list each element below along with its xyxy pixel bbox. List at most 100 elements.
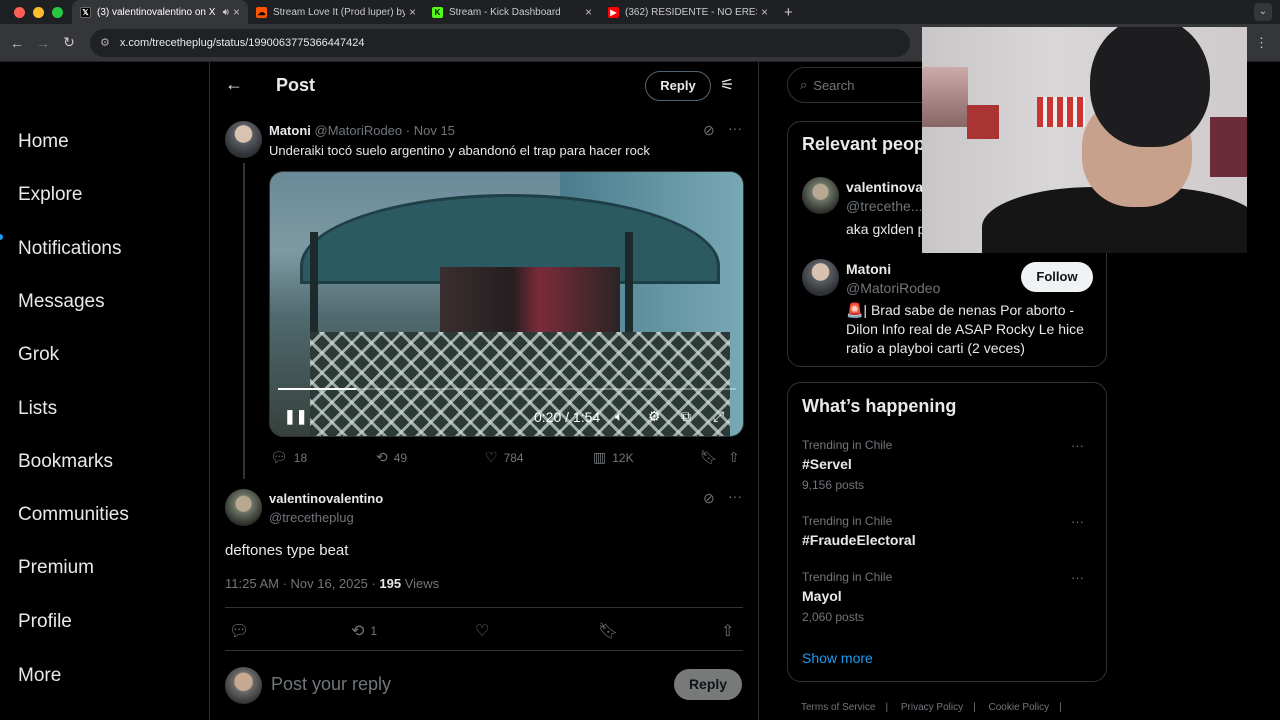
views-label: Views xyxy=(401,576,440,591)
url-field[interactable]: ⚙ x.com/trecetheplug/status/199006377536… xyxy=(90,28,910,57)
nav-messages[interactable]: Messages xyxy=(18,291,105,313)
avatar[interactable] xyxy=(802,177,839,214)
show-more-link[interactable]: Show more xyxy=(802,650,873,666)
trend-item[interactable]: Trending in Chile #FraudeElectoral ··· xyxy=(802,514,1092,548)
post-date[interactable]: Nov 15 xyxy=(414,123,455,138)
nav-premium[interactable]: Premium xyxy=(18,557,94,579)
avatar[interactable] xyxy=(802,259,839,296)
terms-link[interactable]: Terms of Service xyxy=(801,702,875,713)
repost-action[interactable]: ⟲ 1 xyxy=(351,621,377,641)
bookmark-action[interactable]: 🔖︎ xyxy=(598,621,618,641)
view-count: 12K xyxy=(612,450,634,465)
volume-icon[interactable]: 🔈︎ xyxy=(615,408,623,425)
new-tab-icon[interactable]: + xyxy=(784,4,793,21)
like-count: 784 xyxy=(503,450,524,465)
grok-icon[interactable]: ⊘ xyxy=(703,490,715,507)
more-options-icon[interactable]: ··· xyxy=(1071,514,1084,529)
forward-arrow-icon[interactable]: → xyxy=(30,35,56,51)
video-progress-bar[interactable] xyxy=(278,388,736,390)
close-window-button[interactable] xyxy=(14,6,25,18)
reply-settings-icon[interactable]: ⚟ xyxy=(720,75,734,95)
close-tab-icon[interactable]: × xyxy=(585,5,592,19)
wall-poster xyxy=(1037,97,1085,127)
share-icon: ⇧ xyxy=(728,449,740,465)
bookmark-action[interactable]: 🔖︎ xyxy=(700,449,718,466)
views-action[interactable]: ▥ 12K xyxy=(593,449,634,466)
person-handle[interactable]: @MatoriRodeo xyxy=(846,280,940,296)
trend-item[interactable]: Trending in Chile Mayol 2,060 posts ··· xyxy=(802,570,1092,624)
back-arrow-icon[interactable]: ← xyxy=(4,35,30,51)
nav-explore[interactable]: Explore xyxy=(18,184,82,206)
close-tab-icon[interactable]: × xyxy=(409,5,416,19)
nav-lists[interactable]: Lists xyxy=(18,398,57,420)
footer-separator: | xyxy=(885,702,889,713)
pause-icon[interactable]: ❚❚ xyxy=(284,408,307,425)
reply-input[interactable]: Post your reply xyxy=(271,674,391,695)
reply-submit-button[interactable]: Reply xyxy=(674,669,742,700)
browser-tab-soundcloud[interactable]: ☁ Stream Love It (Prod luper) by × xyxy=(248,0,424,24)
like-action[interactable]: ♡ 784 xyxy=(485,449,524,466)
more-options-icon[interactable]: ··· xyxy=(1071,570,1084,585)
search-placeholder: Search xyxy=(813,77,855,93)
post-author-name[interactable]: valentinovalentino xyxy=(269,491,383,506)
youtube-icon: ▶ xyxy=(608,6,619,18)
maximize-window-button[interactable] xyxy=(52,6,63,18)
person-name[interactable]: valentinova xyxy=(846,179,923,195)
post-timestamp[interactable]: 11:25 AM · Nov 16, 2025 · xyxy=(225,576,379,591)
author-name[interactable]: valentinovalentino xyxy=(269,491,383,506)
reply-button[interactable]: Reply xyxy=(645,71,711,101)
more-options-icon[interactable]: ··· xyxy=(728,120,742,136)
share-action[interactable]: ⇧ xyxy=(721,621,734,641)
repost-action[interactable]: ⟲ 49 xyxy=(376,449,407,466)
author-handle[interactable]: @MatoriRodeo xyxy=(315,123,403,138)
speaker-icon[interactable]: 🔊︎ xyxy=(223,7,229,18)
fullscreen-icon[interactable]: ⤢ xyxy=(713,408,724,425)
pip-icon[interactable]: ⧉ xyxy=(681,408,691,425)
repost-icon: ⟲ xyxy=(351,623,365,640)
browser-tab-kick[interactable]: K Stream - Kick Dashboard × xyxy=(424,0,600,24)
repost-icon: ⟲ xyxy=(376,449,388,465)
more-options-icon[interactable]: ··· xyxy=(1071,438,1084,453)
nav-more[interactable]: More xyxy=(18,665,61,687)
grok-icon[interactable]: ⊘ xyxy=(703,122,715,139)
browser-tab-youtube[interactable]: ▶ (362) RESIDENTE - NO ERES × xyxy=(600,0,776,24)
browser-menu-icon[interactable]: ⋮ xyxy=(1255,35,1268,51)
nav-bookmarks[interactable]: Bookmarks xyxy=(18,451,113,473)
privacy-link[interactable]: Privacy Policy xyxy=(901,702,963,713)
nav-profile[interactable]: Profile xyxy=(18,611,72,633)
more-options-icon[interactable]: ··· xyxy=(728,488,742,504)
post-author-handle[interactable]: @trecetheplug xyxy=(269,510,354,525)
reload-icon[interactable]: ↻ xyxy=(56,34,82,51)
avatar[interactable] xyxy=(225,121,262,158)
person-name[interactable]: Matoni xyxy=(846,261,891,277)
tab-title: (3) valentinovalentino on X xyxy=(97,6,216,18)
settings-gear-icon[interactable]: ⚙ xyxy=(648,408,661,425)
site-settings-icon[interactable]: ⚙ xyxy=(100,36,110,49)
reply-icon: 💬︎ xyxy=(270,449,288,465)
minimize-window-button[interactable] xyxy=(33,6,44,18)
video-player[interactable]: ❚❚ 0:20 / 1:54 🔈︎ ⚙ ⧉ ⤢ xyxy=(269,171,744,437)
nav-home[interactable]: Home xyxy=(18,131,69,153)
nav-communities[interactable]: Communities xyxy=(18,504,129,526)
video-progress-fill xyxy=(278,388,356,390)
close-tab-icon[interactable]: × xyxy=(233,5,240,19)
browser-tab-x[interactable]: 𝕏 (3) valentinovalentino on X 🔊︎ × xyxy=(72,0,248,24)
back-arrow-icon[interactable]: ← xyxy=(225,74,243,95)
like-action[interactable]: ♡ xyxy=(475,621,489,641)
author-name[interactable]: Matoni xyxy=(269,123,311,138)
reply-action[interactable]: 💬︎ xyxy=(229,621,249,641)
nav-notifications[interactable]: Notifications xyxy=(18,238,122,260)
trend-count: 9,156 posts xyxy=(802,478,865,492)
close-tab-icon[interactable]: × xyxy=(761,5,768,19)
reply-action[interactable]: 💬︎ 18 xyxy=(270,449,307,466)
parent-post-author[interactable]: Matoni @MatoriRodeo · Nov 15 xyxy=(269,123,455,138)
avatar[interactable] xyxy=(225,489,262,526)
person-handle[interactable]: @trecethe... xyxy=(846,198,922,214)
cookie-link[interactable]: Cookie Policy xyxy=(989,702,1050,713)
tab-search-chevron-icon[interactable]: ⌄ xyxy=(1254,3,1272,21)
divider xyxy=(225,607,743,608)
nav-grok[interactable]: Grok xyxy=(18,344,59,366)
trend-item[interactable]: Trending in Chile #Servel 9,156 posts ··… xyxy=(802,438,1092,492)
share-action[interactable]: ⇧ xyxy=(728,449,740,466)
follow-button[interactable]: Follow xyxy=(1021,262,1093,292)
